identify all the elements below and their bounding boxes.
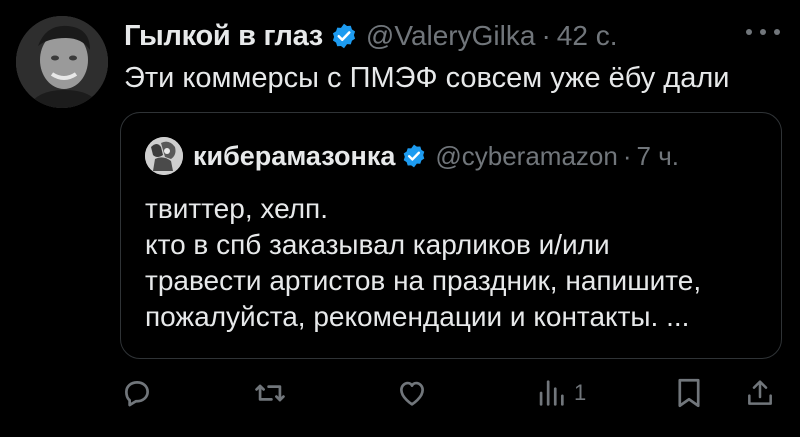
quoted-separator-dot: ·	[622, 140, 632, 171]
quoted-author-handle[interactable]: @cyberamazon	[435, 141, 617, 172]
share-icon	[744, 376, 776, 410]
tweet-time[interactable]: 42 с.	[557, 20, 618, 52]
like-icon	[395, 376, 429, 410]
reply-button[interactable]	[120, 376, 154, 410]
views-count: 1	[574, 380, 587, 405]
author-handle[interactable]: @ValeryGilka	[366, 20, 536, 52]
views-button[interactable]: 1	[536, 376, 586, 410]
author-avatar[interactable]	[16, 16, 108, 108]
bookmark-icon	[674, 376, 704, 410]
quoted-author-avatar[interactable]	[145, 137, 183, 175]
quoted-text-line: пожалуйста, рекомендации и контакты. ...	[145, 301, 690, 332]
tweet-text: Эти коммерсы с ПМЭФ совсем уже ёбу дали	[124, 62, 730, 94]
more-options-icon[interactable]	[746, 22, 780, 42]
tweet[interactable]: Гылкой в глаз @ValeryGilka · 42 с. Эти к…	[0, 0, 800, 437]
quoted-text-line: травести артистов на праздник, напишите,	[145, 265, 702, 296]
quoted-tweet-text: твиттер, хелп. кто в спб заказывал карли…	[145, 191, 701, 335]
quoted-tweet[interactable]: киберамазонка @cyberamazon · 7 ч. твитте…	[120, 112, 782, 359]
retweet-icon	[252, 376, 288, 410]
quoted-author-name[interactable]: киберамазонка	[193, 141, 395, 172]
author-name[interactable]: Гылкой в глаз	[124, 20, 323, 53]
action-bar: 1	[0, 368, 800, 418]
separator-dot: ·	[541, 20, 551, 51]
views-icon	[536, 376, 566, 410]
retweet-button[interactable]	[252, 376, 288, 410]
quoted-header: киберамазонка @cyberamazon · 7 ч.	[193, 135, 679, 177]
tweet-header: Гылкой в глаз @ValeryGilka · 42 с.	[124, 14, 617, 58]
verified-badge-icon	[330, 22, 358, 50]
reply-icon	[120, 376, 154, 410]
quoted-text-line: твиттер, хелп.	[145, 193, 328, 224]
like-button[interactable]	[395, 376, 429, 410]
share-button[interactable]	[744, 376, 776, 410]
bookmark-button[interactable]	[674, 376, 704, 410]
quoted-tweet-time[interactable]: 7 ч.	[637, 141, 679, 172]
quoted-verified-badge-icon	[401, 143, 427, 169]
quoted-text-line: кто в спб заказывал карликов и/или	[145, 229, 610, 260]
